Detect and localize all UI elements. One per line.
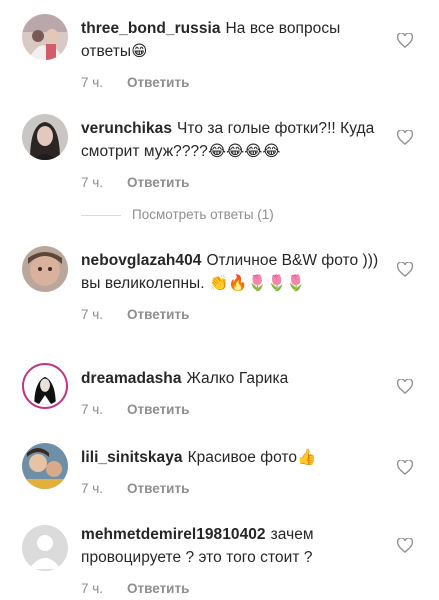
reply-button[interactable]: Ответить xyxy=(127,307,189,322)
comment-meta: 7 ч. Ответить xyxy=(81,307,381,325)
comment-meta: 7 ч. Ответить xyxy=(81,581,381,599)
comments-list: three_bond_russia На все вопросы ответы😁 … xyxy=(0,0,439,600)
avatar-with-story-ring[interactable] xyxy=(22,363,68,409)
comment-meta: 7 ч. Ответить xyxy=(81,75,381,93)
comment-username[interactable]: nebovglazah404 xyxy=(81,252,201,269)
comment-text: nebovglazah404 Отличное B&W фото ))) вы в… xyxy=(81,249,381,295)
comment-text: three_bond_russia На все вопросы ответы😁 xyxy=(81,17,381,63)
like-heart-icon[interactable] xyxy=(397,262,415,278)
comment-time: 7 ч. xyxy=(81,481,104,496)
comment-text: dreamadasha Жалко Гарика xyxy=(81,367,381,390)
avatar[interactable] xyxy=(22,14,68,60)
comment-text: mehmetdemirel19810402 зачем провоцируете … xyxy=(81,523,381,569)
reply-button[interactable]: Ответить xyxy=(127,75,189,90)
reply-button[interactable]: Ответить xyxy=(127,481,189,496)
reply-button[interactable]: Ответить xyxy=(127,175,189,190)
comment-time: 7 ч. xyxy=(81,307,104,322)
reply-button[interactable]: Ответить xyxy=(127,581,189,596)
avatar[interactable] xyxy=(22,246,68,292)
like-heart-icon[interactable] xyxy=(397,33,415,49)
view-replies-label: Посмотреть ответы (1) xyxy=(132,207,274,222)
like-heart-icon[interactable] xyxy=(397,130,415,146)
default-avatar[interactable] xyxy=(22,525,68,571)
comment-username[interactable]: dreamadasha xyxy=(81,370,182,387)
view-replies-divider xyxy=(81,215,121,216)
comment-username[interactable]: verunchikas xyxy=(81,120,172,137)
comment-time: 7 ч. xyxy=(81,402,104,417)
avatar[interactable] xyxy=(22,443,68,489)
comment-meta: 7 ч. Ответить xyxy=(81,175,381,193)
view-replies-button[interactable]: Посмотреть ответы (1) xyxy=(81,205,411,225)
comment-time: 7 ч. xyxy=(81,75,104,90)
comment-meta: 7 ч. Ответить xyxy=(81,481,381,499)
avatar[interactable] xyxy=(22,114,68,160)
comment-text: lili_sinitskaya Красивое фото👍 xyxy=(81,446,381,469)
comment-time: 7 ч. xyxy=(81,175,104,190)
comment-text: verunchikas Что за голые фотки?!! Куда см… xyxy=(81,117,381,163)
reply-button[interactable]: Ответить xyxy=(127,402,189,417)
comment-username[interactable]: mehmetdemirel19810402 xyxy=(81,526,266,543)
like-heart-icon[interactable] xyxy=(397,538,415,554)
comment-meta: 7 ч. Ответить xyxy=(81,402,381,420)
comment-username[interactable]: three_bond_russia xyxy=(81,20,221,37)
like-heart-icon[interactable] xyxy=(397,460,415,476)
comment-body: Жалко Гарика xyxy=(186,370,289,387)
comment-body: Красивое фото👍 xyxy=(187,449,317,466)
comment-username[interactable]: lili_sinitskaya xyxy=(81,449,183,466)
comment-time: 7 ч. xyxy=(81,581,104,596)
like-heart-icon[interactable] xyxy=(397,379,415,395)
